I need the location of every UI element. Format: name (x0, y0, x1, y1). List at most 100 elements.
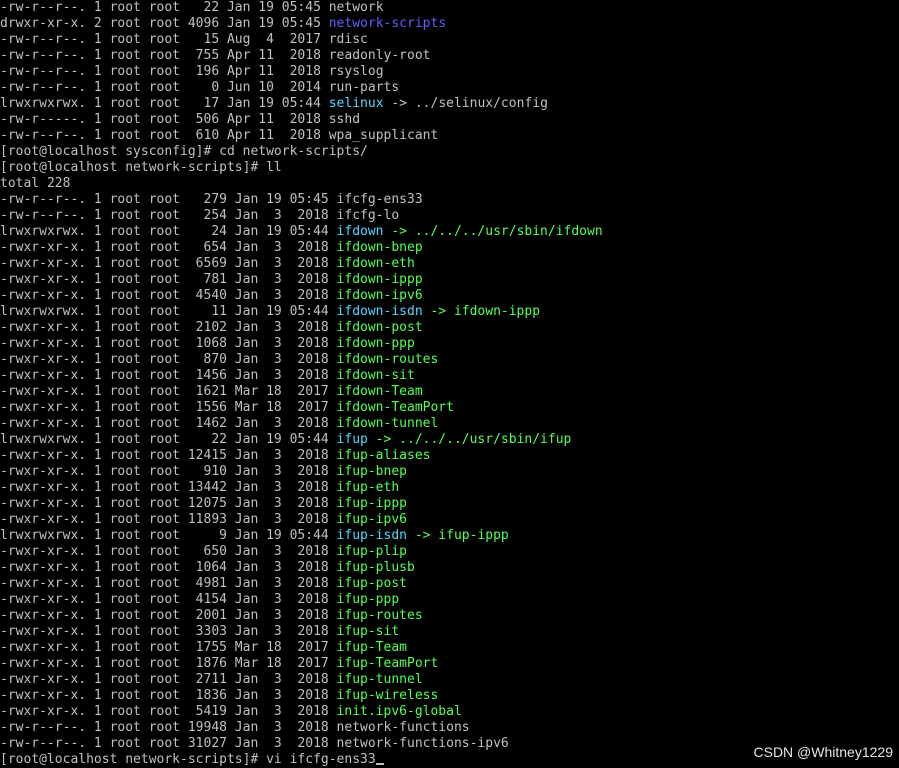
listing-row: -rw-r--r--. 1 root root 19948 Jan 3 2018… (0, 720, 899, 736)
file-attributes: -rwxr-xr-x. 1 root root 12075 Jan 3 2018 (0, 496, 337, 511)
file-attributes: -rwxr-xr-x. 1 root root 3303 Jan 3 2018 (0, 624, 337, 639)
file-attributes: -rwxr-xr-x. 1 root root 654 Jan 3 2018 (0, 240, 337, 255)
listing-row: -rwxr-xr-x. 1 root root 5419 Jan 3 2018 … (0, 704, 899, 720)
file-name: ifdown-ippp (336, 272, 423, 287)
file-name: network (328, 0, 384, 15)
shell-prompt: [root@localhost network-scripts]# (0, 752, 267, 767)
file-attributes: -rw-r--r--. 1 root root 254 Jan 3 2018 (0, 208, 337, 223)
file-attributes: -rwxr-xr-x. 1 root root 2001 Jan 3 2018 (0, 608, 337, 623)
file-attributes: -rwxr-xr-x. 1 root root 1876 Mar 18 2017 (0, 656, 337, 671)
file-attributes: -rwxr-xr-x. 1 root root 1456 Jan 3 2018 (0, 368, 337, 383)
file-name: ifdown-ppp (336, 336, 415, 351)
file-attributes: lrwxrwxrwx. 1 root root 11 Jan 19 05:44 (0, 304, 337, 319)
file-name: ifup-tunnel (336, 672, 423, 687)
file-attributes: -rwxr-xr-x. 1 root root 1064 Jan 3 2018 (0, 560, 337, 575)
file-name: wpa_supplicant (328, 128, 439, 143)
file-attributes: -rw-r--r--. 1 root root 15 Aug 4 2017 (0, 32, 329, 47)
listing-row: -rwxr-xr-x. 1 root root 1068 Jan 3 2018 … (0, 336, 899, 352)
file-name: rsyslog (328, 64, 384, 79)
listing-row: -rwxr-xr-x. 1 root root 1462 Jan 3 2018 … (0, 416, 899, 432)
listing-row: -rwxr-xr-x. 1 root root 1456 Jan 3 2018 … (0, 368, 899, 384)
file-attributes: -rwxr-xr-x. 1 root root 6569 Jan 3 2018 (0, 256, 337, 271)
file-name: ifup-plip (336, 544, 407, 559)
listing-row: -rw-r--r--. 1 root root 254 Jan 3 2018 i… (0, 208, 899, 224)
file-name: ifcfg-lo (336, 208, 400, 223)
listing-row: -rwxr-xr-x. 1 root root 13442 Jan 3 2018… (0, 480, 899, 496)
listing-row: lrwxrwxrwx. 1 root root 22 Jan 19 05:44 … (0, 432, 899, 448)
file-name: ifup-ipv6 (336, 512, 407, 527)
listing-row: lrwxrwxrwx. 1 root root 11 Jan 19 05:44 … (0, 304, 899, 320)
file-attributes: lrwxrwxrwx. 1 root root 17 Jan 19 05:44 (0, 96, 329, 111)
listing-row: lrwxrwxrwx. 1 root root 24 Jan 19 05:44 … (0, 224, 899, 240)
file-name: ifup-eth (336, 480, 400, 495)
link-target: -> ../../../usr/sbin/ifdown (383, 224, 603, 239)
file-attributes: -rwxr-xr-x. 1 root root 2711 Jan 3 2018 (0, 672, 337, 687)
file-attributes: -rw-r-----. 1 root root 506 Apr 11 2018 (0, 112, 329, 127)
listing-row: -rwxr-xr-x. 1 root root 1621 Mar 18 2017… (0, 384, 899, 400)
file-name: ifdown-isdn (336, 304, 423, 319)
listing-row: -rwxr-xr-x. 1 root root 4981 Jan 3 2018 … (0, 576, 899, 592)
file-attributes: -rw-r--r--. 1 root root 279 Jan 19 05:45 (0, 192, 337, 207)
file-attributes: -rwxr-xr-x. 1 root root 781 Jan 3 2018 (0, 272, 337, 287)
line-text: [root@localhost sysconfig]# cd network-s… (0, 144, 368, 159)
file-attributes: lrwxrwxrwx. 1 root root 9 Jan 19 05:44 (0, 528, 337, 543)
file-attributes: -rwxr-xr-x. 1 root root 5419 Jan 3 2018 (0, 704, 337, 719)
file-name: network-functions (336, 720, 470, 735)
listing-row: -rwxr-xr-x. 1 root root 1064 Jan 3 2018 … (0, 560, 899, 576)
listing-row: -rwxr-xr-x. 1 root root 650 Jan 3 2018 i… (0, 544, 899, 560)
file-name: ifdown-post (336, 320, 423, 335)
file-name: ifdown-Team (336, 384, 423, 399)
file-name: ifup-TeamPort (336, 656, 439, 671)
terminal-line: [root@localhost network-scripts]# ll (0, 160, 899, 176)
listing-row: -rw-r-----. 1 root root 506 Apr 11 2018 … (0, 112, 899, 128)
terminal-output: -rw-r--r--. 1 root root 22 Jan 19 05:45 … (0, 0, 899, 752)
file-name: ifdown-sit (336, 368, 415, 383)
listing-row: -rwxr-xr-x. 1 root root 870 Jan 3 2018 i… (0, 352, 899, 368)
file-name: ifup-post (336, 576, 407, 591)
file-name: ifup-isdn (336, 528, 407, 543)
link-target: -> ifup-ippp (407, 528, 509, 543)
file-attributes: lrwxrwxrwx. 1 root root 24 Jan 19 05:44 (0, 224, 337, 239)
file-attributes: -rwxr-xr-x. 1 root root 1068 Jan 3 2018 (0, 336, 337, 351)
file-name: sshd (328, 112, 361, 127)
listing-row: -rwxr-xr-x. 1 root root 2711 Jan 3 2018 … (0, 672, 899, 688)
file-name: ifup-ppp (336, 592, 400, 607)
listing-row: -rwxr-xr-x. 1 root root 1755 Mar 18 2017… (0, 640, 899, 656)
listing-row: -rwxr-xr-x. 1 root root 12415 Jan 3 2018… (0, 448, 899, 464)
file-attributes: -rw-r--r--. 1 root root 196 Apr 11 2018 (0, 64, 329, 79)
file-name: ifup-Team (336, 640, 407, 655)
file-attributes: -rw-r--r--. 1 root root 19948 Jan 3 2018 (0, 720, 337, 735)
file-name: ifup-routes (336, 608, 423, 623)
listing-row: lrwxrwxrwx. 1 root root 17 Jan 19 05:44 … (0, 96, 899, 112)
terminal-window[interactable]: -rw-r--r--. 1 root root 22 Jan 19 05:45 … (0, 0, 899, 768)
file-attributes: -rwxr-xr-x. 1 root root 1836 Jan 3 2018 (0, 688, 337, 703)
file-name: ifup (336, 432, 368, 447)
file-attributes: -rwxr-xr-x. 1 root root 1556 Mar 18 2017 (0, 400, 337, 415)
file-name: rdisc (328, 32, 368, 47)
file-attributes: -rwxr-xr-x. 1 root root 910 Jan 3 2018 (0, 464, 337, 479)
file-name: ifup-wireless (336, 688, 439, 703)
file-attributes: -rwxr-xr-x. 1 root root 4540 Jan 3 2018 (0, 288, 337, 303)
file-attributes: -rw-r--r--. 1 root root 610 Apr 11 2018 (0, 128, 329, 143)
listing-row: -rwxr-xr-x. 1 root root 1876 Mar 18 2017… (0, 656, 899, 672)
file-attributes: -rw-r--r--. 1 root root 0 Jun 10 2014 (0, 80, 329, 95)
file-name: network-scripts (328, 16, 447, 31)
file-attributes: -rwxr-xr-x. 1 root root 2102 Jan 3 2018 (0, 320, 337, 335)
file-attributes: -rwxr-xr-x. 1 root root 650 Jan 3 2018 (0, 544, 337, 559)
listing-row: -rw-r--r--. 1 root root 0 Jun 10 2014 ru… (0, 80, 899, 96)
file-name: ifdown-TeamPort (336, 400, 454, 415)
file-name: readonly-root (328, 48, 431, 63)
file-name: ifcfg-ens33 (336, 192, 423, 207)
listing-row: -rwxr-xr-x. 1 root root 781 Jan 3 2018 i… (0, 272, 899, 288)
file-attributes: -rwxr-xr-x. 1 root root 4154 Jan 3 2018 (0, 592, 337, 607)
listing-row: -rwxr-xr-x. 1 root root 1556 Mar 18 2017… (0, 400, 899, 416)
file-name: ifup-bnep (336, 464, 407, 479)
file-attributes: -rw-r--r--. 1 root root 755 Apr 11 2018 (0, 48, 329, 63)
listing-row: drwxr-xr-x. 2 root root 4096 Jan 19 05:4… (0, 16, 899, 32)
listing-row: -rw-r--r--. 1 root root 196 Apr 11 2018 … (0, 64, 899, 80)
listing-row: -rw-r--r--. 1 root root 610 Apr 11 2018 … (0, 128, 899, 144)
watermark: CSDN @Whitney1229 (753, 744, 894, 760)
file-name: ifdown-routes (336, 352, 439, 367)
text-cursor (375, 763, 384, 765)
file-attributes: -rwxr-xr-x. 1 root root 12415 Jan 3 2018 (0, 448, 337, 463)
